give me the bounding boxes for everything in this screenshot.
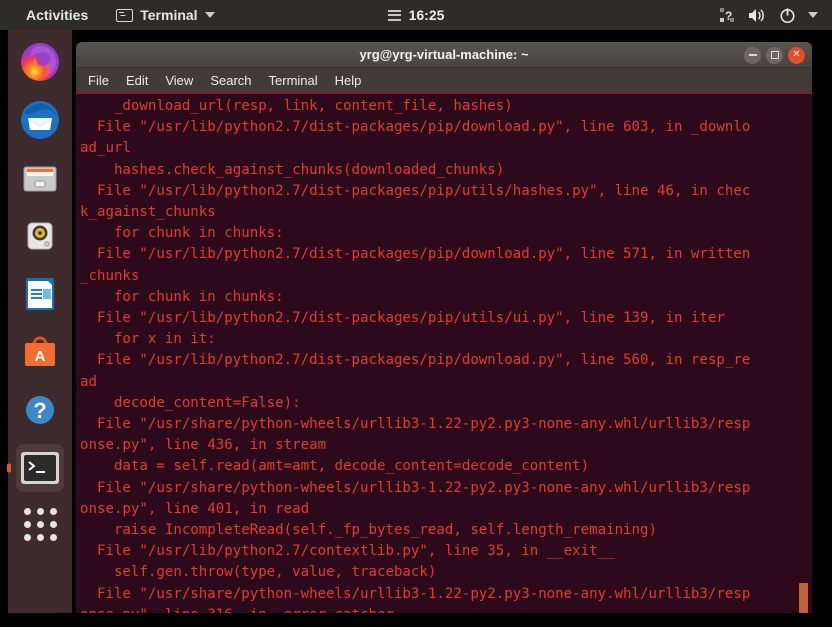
clock-label[interactable]: 16:25 [409,7,445,23]
gnome-top-bar: Activities Terminal 16:25 ? [0,0,832,30]
svg-text:?: ? [33,398,46,423]
minimize-button[interactable] [744,46,761,64]
volume-icon[interactable] [748,7,767,24]
dock-item-files[interactable] [16,154,64,202]
dock-item-ubuntu-software[interactable]: A [16,328,64,376]
terminal-icon [116,8,134,22]
app-menu-button[interactable]: Terminal [116,7,215,23]
dock-item-help[interactable]: ? [16,386,64,434]
system-menu-chevron-icon[interactable] [808,12,818,18]
scrollbar-thumb[interactable] [799,583,808,613]
menu-item-view[interactable]: View [165,73,193,88]
close-button[interactable]: ✕ [788,46,805,64]
window-controls: ✕ [744,42,805,68]
terminal-output-area[interactable]: _download_url(resp, link, content_file, … [76,94,812,625]
hamburger-icon [387,9,401,21]
system-tray: ? [719,0,818,30]
screen-left-edge [0,60,8,627]
terminal-window: yrg@yrg-virtual-machine: ~ ✕ File Edit V… [76,42,812,627]
desktop: A ? yrg@yrg-virtual-machine: ~ ✕ File Ed… [0,30,832,627]
terminal-scrollbar[interactable] [799,94,808,625]
maximize-button[interactable] [766,46,783,64]
terminal-text: _download_url(resp, link, content_file, … [80,98,751,623]
app-menu-label: Terminal [140,7,198,23]
input-source-icon[interactable]: ? [719,7,736,24]
menu-item-help[interactable]: Help [335,73,362,88]
menu-item-search[interactable]: Search [210,73,251,88]
dock-item-thunderbird[interactable] [16,96,64,144]
thunderbird-icon [21,101,59,139]
menu-item-edit[interactable]: Edit [126,73,148,88]
files-icon [23,166,57,192]
dock-item-rhythmbox[interactable] [16,212,64,260]
window-titlebar[interactable]: yrg@yrg-virtual-machine: ~ ✕ [76,42,812,68]
rhythmbox-icon [27,222,53,250]
help-icon: ? [26,396,54,424]
screen-bottom-edge [0,613,832,627]
ubuntu-software-icon: A [25,336,55,366]
dock-item-libreoffice-impress[interactable] [16,270,64,318]
screen: Activities Terminal 16:25 ? A ? yrg@yrg-… [0,0,832,627]
ubuntu-dock: A ? [8,30,72,627]
terminal-app-icon [21,452,59,484]
power-icon[interactable] [779,7,796,24]
menu-item-file[interactable]: File [88,73,109,88]
svg-text:A: A [35,348,46,365]
show-applications-button[interactable] [23,508,57,541]
dock-item-firefox[interactable] [16,38,64,86]
screen-right-edge [812,60,832,627]
dock-item-terminal[interactable] [16,444,64,492]
libreoffice-impress-icon [26,278,54,310]
svg-text:?: ? [725,9,732,23]
activities-button[interactable]: Activities [26,7,88,23]
window-title: yrg@yrg-virtual-machine: ~ [359,47,529,62]
firefox-icon [21,43,59,81]
menu-item-terminal[interactable]: Terminal [269,73,318,88]
menu-bar: File Edit View Search Terminal Help [76,68,812,94]
chevron-down-icon [204,12,215,18]
